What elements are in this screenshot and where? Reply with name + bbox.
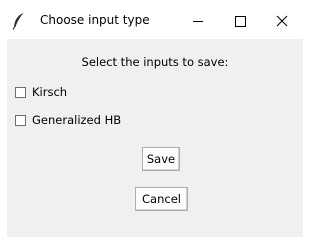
kirsch-checkbox[interactable] <box>15 86 26 98</box>
minimize-button[interactable] <box>177 3 219 39</box>
close-button[interactable] <box>261 3 303 39</box>
window-title: Choose input type <box>40 13 150 27</box>
generalized-hb-checkbox[interactable] <box>15 114 26 126</box>
option-kirsch[interactable]: Kirsch <box>15 84 67 100</box>
dialog-window: Choose input type Select the inputs to s… <box>7 3 303 237</box>
generalized-hb-label: Generalized HB <box>32 113 122 127</box>
title-bar[interactable]: Choose input type <box>7 3 303 39</box>
option-generalized-hb[interactable]: Generalized HB <box>15 112 121 128</box>
cancel-button[interactable]: Cancel <box>135 187 188 211</box>
kirsch-label: Kirsch <box>32 85 68 99</box>
minimize-icon <box>193 21 203 22</box>
save-button[interactable]: Save <box>142 147 180 171</box>
dialog-prompt: Select the inputs to save: <box>81 55 229 69</box>
feather-icon <box>12 12 26 30</box>
maximize-icon <box>235 16 246 27</box>
maximize-button[interactable] <box>219 3 261 39</box>
close-icon <box>276 15 288 27</box>
